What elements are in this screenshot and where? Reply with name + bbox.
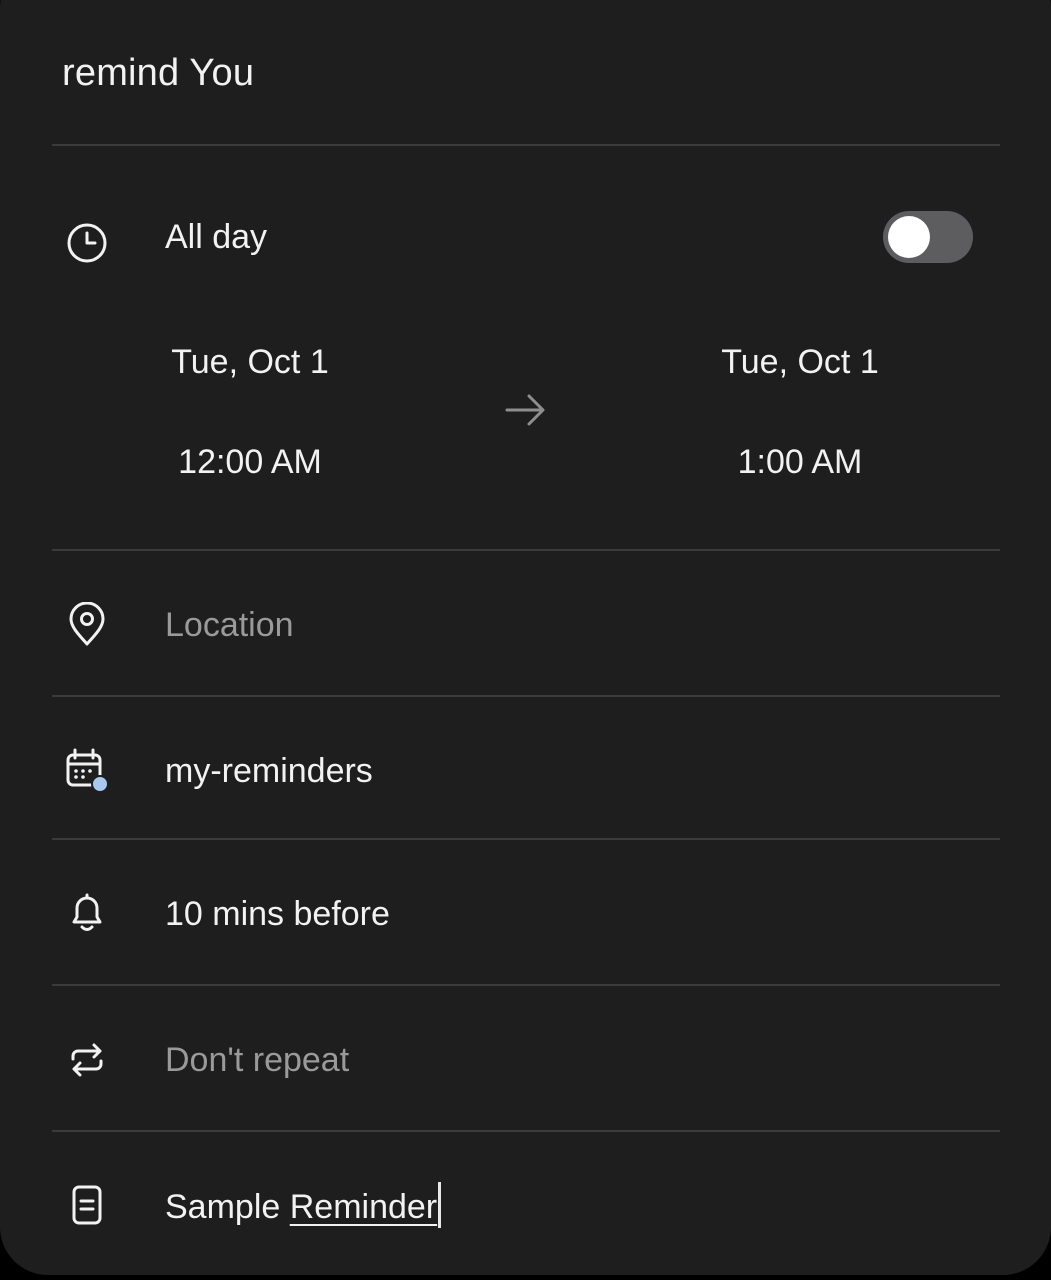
all-day-label: All day	[165, 218, 268, 256]
toggle-thumb	[888, 216, 930, 258]
note-icon	[62, 1180, 112, 1230]
location-input[interactable]: Location	[165, 606, 294, 645]
calendar-icon	[62, 746, 112, 796]
divider	[52, 838, 1000, 840]
divider	[52, 144, 1000, 146]
title-input[interactable]: remind You	[62, 52, 254, 95]
divider	[52, 984, 1000, 986]
repeat-selector[interactable]: Don't repeat	[165, 1041, 349, 1080]
arrow-right-icon	[500, 388, 550, 432]
note-word-1: Sample	[165, 1188, 281, 1226]
all-day-toggle[interactable]	[883, 211, 973, 263]
end-date[interactable]: Tue, Oct 1	[670, 343, 930, 382]
notification-selector[interactable]: 10 mins before	[165, 895, 390, 934]
event-editor-sheet: remind You All day Tue, Oct 1 12:00 AM T…	[0, 0, 1051, 1275]
repeat-icon	[62, 1035, 112, 1085]
start-date[interactable]: Tue, Oct 1	[120, 343, 380, 382]
divider	[52, 549, 1000, 551]
text-caret	[438, 1182, 442, 1228]
location-pin-icon	[62, 600, 112, 650]
calendar-selector[interactable]: my-reminders	[165, 752, 373, 791]
clock-icon	[62, 218, 112, 268]
divider	[52, 695, 1000, 697]
start-time[interactable]: 12:00 AM	[120, 443, 380, 482]
divider	[52, 1130, 1000, 1132]
note-input[interactable]: Sample Reminder	[165, 1182, 442, 1228]
note-word-2: Reminder	[289, 1188, 438, 1226]
bell-icon	[62, 888, 112, 938]
end-time[interactable]: 1:00 AM	[670, 443, 930, 482]
